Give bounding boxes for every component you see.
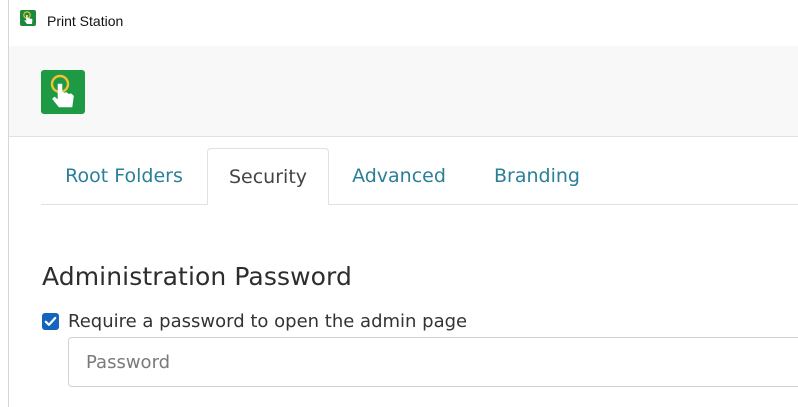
title-bar: Print Station — [9, 0, 798, 46]
touch-hand-icon — [41, 70, 85, 114]
section-heading: Administration Password — [42, 262, 352, 291]
print-station-app-icon — [20, 10, 36, 26]
require-password-checkbox[interactable] — [42, 313, 59, 330]
app-header — [9, 46, 798, 137]
app-window: Print Station Root Folders Security Adva… — [8, 0, 798, 407]
settings-tabs: Root Folders Security Advanced Branding — [41, 148, 798, 205]
require-password-label: Require a password to open the admin pag… — [68, 311, 468, 332]
tab-root-folders[interactable]: Root Folders — [41, 148, 207, 204]
password-field[interactable] — [68, 337, 798, 387]
window-title: Print Station — [47, 13, 124, 29]
tab-security[interactable]: Security — [207, 148, 329, 205]
tab-branding[interactable]: Branding — [479, 148, 595, 204]
tab-advanced[interactable]: Advanced — [333, 148, 465, 204]
